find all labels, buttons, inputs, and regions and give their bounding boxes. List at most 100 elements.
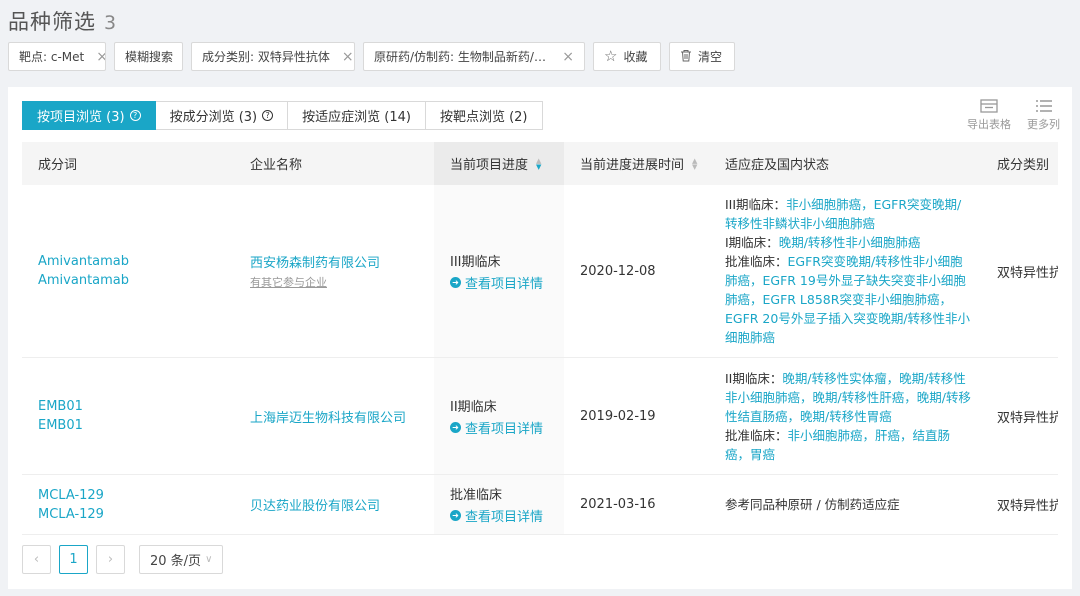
table-tools: 导出表格 更多列 bbox=[967, 99, 1060, 132]
company-link[interactable]: 贝达药业股份有限公司 bbox=[250, 495, 434, 514]
ingredient-cell: MCLA-129 MCLA-129 bbox=[22, 486, 234, 524]
ingredient-link[interactable]: Amivantamab bbox=[38, 252, 234, 271]
tab-label: 按项目浏览 (3) bbox=[37, 110, 125, 125]
project-detail-link[interactable]: ➜ 查看项目详情 bbox=[450, 506, 564, 525]
ingredient-link[interactable]: EMB01 bbox=[38, 397, 234, 416]
column-header-indication: 适应症及国内状态 bbox=[725, 158, 830, 173]
question-icon[interactable]: ? bbox=[262, 110, 274, 121]
project-detail-link[interactable]: ➜ 查看项目详情 bbox=[450, 418, 564, 437]
pagination: ‹ 1 › 20 条/页 ∨ bbox=[22, 545, 224, 574]
clear-label: 清空 bbox=[698, 50, 723, 64]
close-icon[interactable]: × bbox=[96, 49, 105, 65]
project-detail-link[interactable]: ➜ 查看项目详情 bbox=[450, 273, 564, 292]
progress-value: 批准临床 bbox=[450, 488, 503, 503]
column-header-label: 当前项目进度 bbox=[450, 158, 529, 173]
phase-label: I期临床： bbox=[725, 235, 779, 250]
page-title: 品种筛选 bbox=[8, 10, 96, 34]
tab-label: 按靶点浏览 (2) bbox=[439, 110, 528, 125]
export-label: 导出表格 bbox=[967, 118, 1011, 131]
progress-cell: 批准临床 ➜ 查看项目详情 bbox=[434, 475, 564, 534]
collect-label: 收藏 bbox=[623, 50, 648, 64]
phase-label: 批准临床： bbox=[725, 427, 788, 443]
tab-label: 按成分浏览 (3) bbox=[169, 110, 258, 125]
category-cell: 双特异性抗体 bbox=[997, 410, 1058, 426]
more-columns-button[interactable]: 更多列 bbox=[1027, 99, 1060, 132]
ingredient-link[interactable]: Amivantamab bbox=[38, 271, 234, 290]
next-page-button[interactable]: › bbox=[96, 545, 125, 574]
indication-cell: II期临床：晚期/转移性实体瘤，晚期/转移性非小细胞肺癌，晚期/转移性肝癌，晚期… bbox=[709, 369, 981, 464]
chevron-right-icon: › bbox=[107, 552, 114, 567]
table-export-icon bbox=[980, 99, 998, 113]
trash-icon bbox=[680, 49, 692, 65]
other-companies-link[interactable]: 有其它参与企业 bbox=[250, 274, 434, 290]
indication-cell: III期临床：非小细胞肺癌，EGFR突变晚期/转移性非鳞状非小细胞肺癌 I期临床… bbox=[709, 195, 981, 347]
chevron-left-icon: ‹ bbox=[33, 552, 40, 567]
filter-chip-category[interactable]: 成分类别: 双特异性抗体 × bbox=[191, 42, 355, 71]
clear-button[interactable]: 清空 bbox=[669, 42, 735, 71]
progress-cell: III期临床 ➜ 查看项目详情 bbox=[434, 185, 564, 357]
progress-cell: II期临床 ➜ 查看项目详情 bbox=[434, 358, 564, 474]
indication-cell: 参考同品种原研 / 仿制药适应症 bbox=[725, 497, 900, 512]
filter-chip-label: 原研药/仿制药: 生物制品新药/原... bbox=[374, 50, 551, 64]
sort-icon[interactable]: ▲ ▼ bbox=[692, 157, 697, 170]
ingredient-link[interactable]: EMB01 bbox=[38, 416, 234, 435]
filter-chip-label: 模糊搜索 bbox=[125, 50, 174, 64]
detail-label: 查看项目详情 bbox=[465, 510, 544, 525]
filter-chip-target[interactable]: 靶点: c-Met × bbox=[8, 42, 106, 71]
tab-by-project[interactable]: 按项目浏览 (3) ? bbox=[22, 101, 156, 130]
filter-bar: 靶点: c-Met × 模糊搜索 成分类别: 双特异性抗体 × 原研药/仿制药:… bbox=[8, 42, 735, 71]
results-table: 成分词 企业名称 当前项目进度 ▲ ▼ 当前进度进展时间 ▲ ▼ 适应症及国内状态 … bbox=[22, 142, 1058, 535]
company-cell: 上海岸迈生物科技有限公司 bbox=[234, 407, 434, 426]
filter-chip-label: 成分类别: 双特异性抗体 bbox=[202, 50, 330, 64]
close-icon[interactable]: × bbox=[562, 49, 574, 65]
ingredient-link[interactable]: MCLA-129 bbox=[38, 505, 234, 524]
export-table-button[interactable]: 导出表格 bbox=[967, 99, 1011, 132]
more-columns-label: 更多列 bbox=[1027, 118, 1060, 131]
column-header-progress-time[interactable]: 当前进度进展时间 ▲ ▼ bbox=[564, 154, 709, 173]
progress-date: 2019-02-19 bbox=[580, 408, 656, 424]
filter-chip-label: 靶点: c-Met bbox=[19, 50, 85, 64]
collect-button[interactable]: ☆ 收藏 bbox=[593, 42, 661, 71]
detail-label: 查看项目详情 bbox=[465, 421, 544, 437]
close-icon[interactable]: × bbox=[342, 49, 354, 65]
column-header-label: 当前进度进展时间 bbox=[580, 158, 685, 173]
progress-value: III期临床 bbox=[450, 254, 501, 270]
page-size-value: 20 条/页 bbox=[150, 554, 202, 569]
progress-value: II期临床 bbox=[450, 399, 497, 415]
ingredient-cell: EMB01 EMB01 bbox=[22, 397, 234, 435]
indication-link[interactable]: 晚期/转移性非小细胞肺癌 bbox=[779, 235, 921, 250]
tab-by-indication[interactable]: 按适应症浏览 (14) bbox=[288, 101, 426, 130]
company-cell: 贝达药业股份有限公司 bbox=[234, 495, 434, 514]
tab-label: 按适应症浏览 (14) bbox=[302, 110, 411, 125]
ingredient-link[interactable]: MCLA-129 bbox=[38, 486, 234, 505]
question-icon[interactable]: ? bbox=[129, 110, 141, 121]
company-link[interactable]: 上海岸迈生物科技有限公司 bbox=[250, 407, 434, 426]
arrow-right-icon: ➜ bbox=[450, 510, 461, 521]
table-row: Amivantamab Amivantamab 西安杨森制药有限公司 有其它参与… bbox=[22, 185, 1058, 358]
chevron-down-icon: ∨ bbox=[205, 554, 213, 565]
star-icon: ☆ bbox=[604, 47, 618, 65]
category-cell: 双特异性抗体 bbox=[997, 499, 1058, 514]
company-cell: 西安杨森制药有限公司 有其它参与企业 bbox=[234, 252, 434, 290]
result-count: 3 bbox=[104, 12, 117, 34]
prev-page-button[interactable]: ‹ bbox=[22, 545, 51, 574]
column-header-ingredient: 成分词 bbox=[38, 158, 78, 173]
table-row: MCLA-129 MCLA-129 贝达药业股份有限公司 批准临床 ➜ 查看项目… bbox=[22, 475, 1058, 535]
filter-chip-fuzzy-search[interactable]: 模糊搜索 bbox=[114, 42, 183, 71]
company-link[interactable]: 西安杨森制药有限公司 bbox=[250, 252, 434, 271]
sort-icon[interactable]: ▲ ▼ bbox=[536, 157, 541, 170]
page-number[interactable]: 1 bbox=[59, 545, 88, 574]
column-header-category: 成分类别 bbox=[997, 158, 1050, 173]
phase-label: 批准临床： bbox=[725, 254, 788, 269]
tab-by-target[interactable]: 按靶点浏览 (2) bbox=[425, 101, 543, 130]
phase-label: II期临床： bbox=[725, 370, 783, 386]
table-row: EMB01 EMB01 上海岸迈生物科技有限公司 II期临床 ➜ 查看项目详情 … bbox=[22, 358, 1058, 475]
column-header-progress[interactable]: 当前项目进度 ▲ ▼ bbox=[434, 142, 564, 185]
filter-chip-drug-type[interactable]: 原研药/仿制药: 生物制品新药/原... × bbox=[363, 42, 585, 71]
progress-date: 2021-03-16 bbox=[580, 497, 656, 512]
page-size-select[interactable]: 20 条/页 ∨ bbox=[139, 545, 224, 574]
page: 品种筛选 3 靶点: c-Met × 模糊搜索 成分类别: 双特异性抗体 × 原… bbox=[0, 0, 1080, 596]
detail-label: 查看项目详情 bbox=[465, 276, 544, 292]
tab-by-ingredient[interactable]: 按成分浏览 (3) ? bbox=[155, 101, 289, 130]
category-cell: 双特异性抗体 bbox=[997, 265, 1058, 281]
